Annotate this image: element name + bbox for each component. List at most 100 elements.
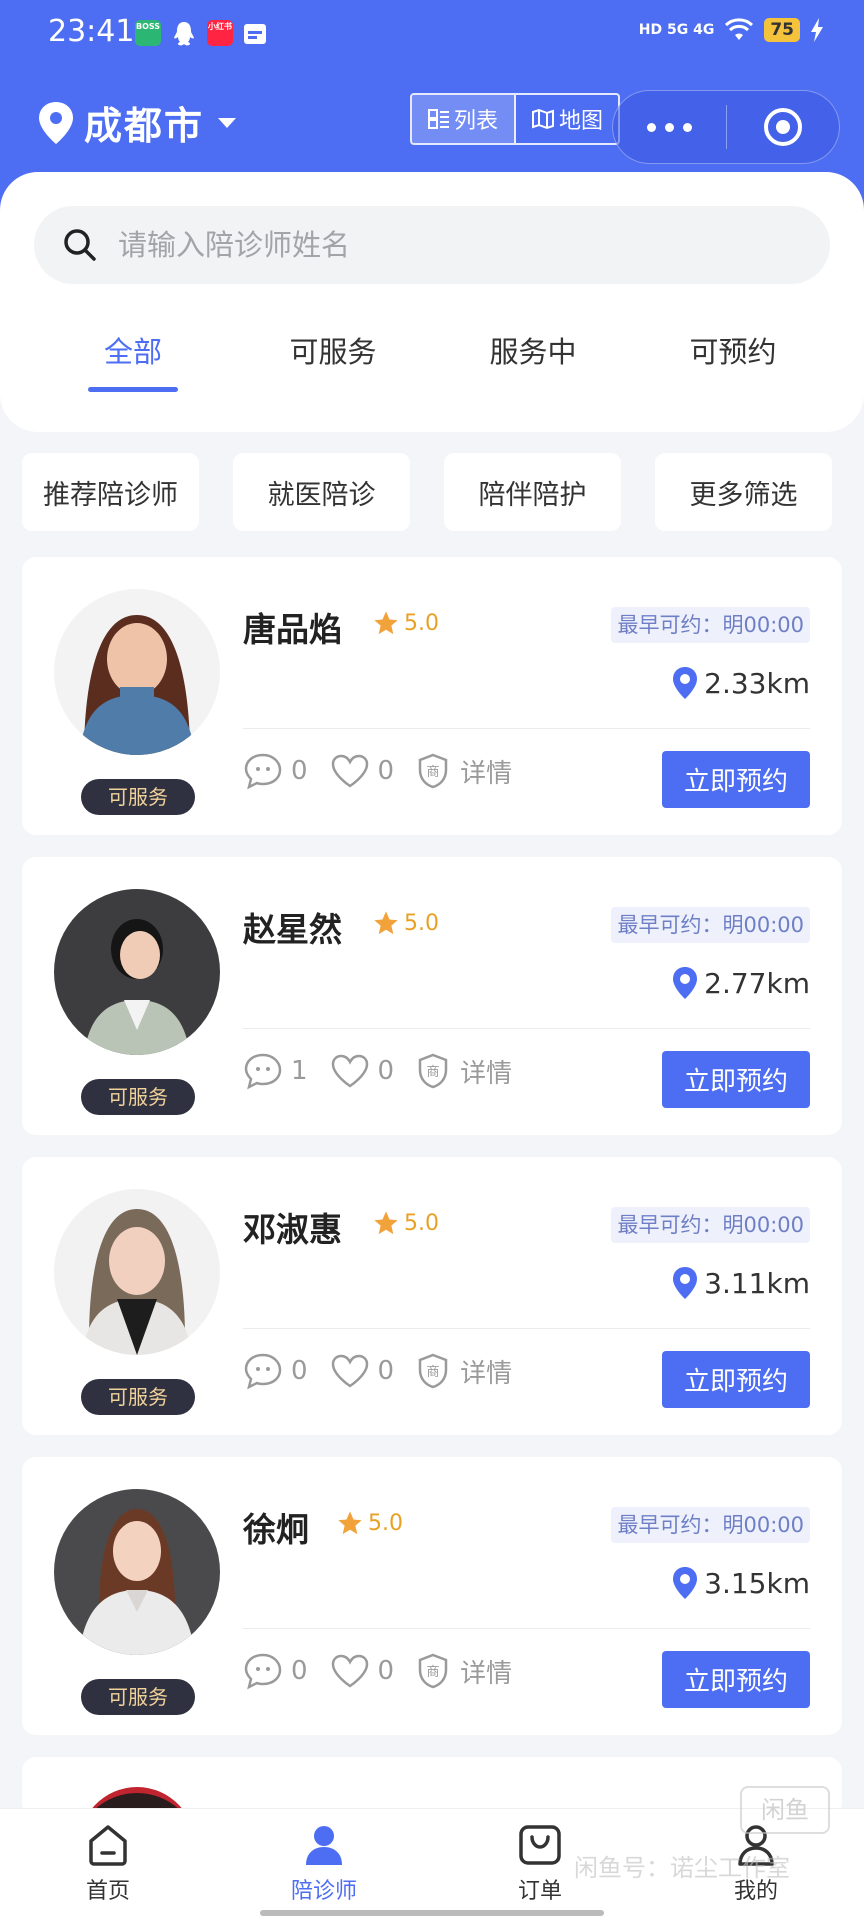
book-now-button[interactable]: 立即预约	[662, 1051, 810, 1108]
companion-card[interactable]: 可服务 赵星然 5.0 最早可约：明00:00 2.77km 1 0 商 详情 …	[22, 857, 842, 1135]
companion-name: 唐品焰	[243, 610, 342, 649]
tab-bookable[interactable]: 可预约	[633, 322, 833, 400]
card-meta: 1 0 商 详情	[243, 1052, 512, 1090]
companion-name: 赵星然	[243, 910, 342, 949]
target-close-icon	[763, 108, 802, 146]
companion-card[interactable]: 可服务 唐品焰 5.0 最早可约：明00:00 2.33km 0 0 商 详情 …	[22, 557, 842, 835]
tab-orders-label: 订单	[517, 1879, 562, 1904]
rating: 5.0	[372, 1209, 439, 1237]
status-badge: 可服务	[81, 1679, 195, 1715]
person-icon	[306, 1826, 342, 1865]
heart-icon[interactable]	[330, 1653, 370, 1689]
charging-icon	[811, 18, 823, 42]
location-pin-icon	[673, 667, 698, 699]
heart-icon[interactable]	[330, 1353, 370, 1389]
detail-link[interactable]: 详情	[460, 1053, 512, 1090]
card-divider	[243, 1328, 810, 1329]
miniprogram-capsule	[612, 90, 840, 164]
location-pin-icon	[39, 101, 73, 144]
location-pin-icon	[673, 1567, 698, 1599]
card-meta: 0 0 商 详情	[243, 1352, 512, 1390]
tab-available[interactable]: 可服务	[233, 322, 433, 400]
distance-value: 2.77km	[704, 966, 810, 1000]
rating: 5.0	[372, 909, 439, 937]
filter-care-companion[interactable]: 陪伴陪护	[444, 453, 621, 531]
filter-recommended[interactable]: 推荐陪诊师	[22, 453, 199, 531]
companion-card[interactable]: 可服务 邓淑惠 5.0 最早可约：明00:00 3.11km 0 0 商 详情 …	[22, 1157, 842, 1435]
home-indicator	[260, 1910, 604, 1916]
status-badge: 可服务	[81, 1379, 195, 1415]
heart-icon[interactable]	[330, 1053, 370, 1089]
rating: 5.0	[372, 609, 439, 637]
avatar	[54, 589, 220, 755]
tab-home[interactable]: 首页	[0, 1809, 216, 1921]
rating: 5.0	[336, 1509, 403, 1537]
tab-in-service[interactable]: 服务中	[433, 322, 633, 400]
location-pin-icon	[673, 967, 698, 999]
rating-value: 5.0	[404, 1210, 439, 1236]
distance-value: 3.15km	[704, 1566, 810, 1600]
star-icon	[338, 1511, 362, 1535]
comment-count: 0	[291, 756, 308, 786]
merchant-shield-icon: 商	[418, 753, 448, 789]
xianyu-id-watermark: 闲鱼号：诺尘工作室	[574, 1854, 790, 1882]
detail-link[interactable]: 详情	[460, 1353, 512, 1390]
list-icon	[427, 109, 449, 129]
map-view-label: 地图	[558, 109, 603, 134]
card-divider	[243, 1628, 810, 1629]
status-badge: 可服务	[81, 1079, 195, 1115]
city-name: 成都市	[84, 104, 205, 148]
more-options-button[interactable]	[613, 122, 726, 132]
heart-icon[interactable]	[330, 753, 370, 789]
svg-text:商: 商	[427, 765, 440, 780]
star-icon	[374, 611, 398, 635]
earliest-available: 最早可约：明00:00	[611, 607, 810, 643]
companion-card[interactable]: 可服务 徐炯 5.0 最早可约：明00:00 3.15km 0 0 商 详情 立…	[22, 1457, 842, 1735]
earliest-available: 最早可约：明00:00	[611, 907, 810, 943]
avatar	[54, 1489, 220, 1655]
search-bar	[34, 206, 830, 284]
city-selector[interactable]: 成都市	[36, 95, 238, 150]
like-count: 0	[377, 1056, 395, 1086]
star-icon	[374, 911, 398, 935]
wifi-icon	[725, 18, 754, 40]
distance: 2.33km	[670, 665, 810, 701]
filter-more[interactable]: 更多筛选	[655, 453, 832, 531]
book-now-button[interactable]: 立即预约	[662, 1651, 810, 1708]
list-view-button[interactable]: 列表	[412, 95, 516, 143]
order-icon	[519, 1825, 561, 1865]
companion-name: 邓淑惠	[243, 1210, 342, 1249]
avatar	[54, 889, 220, 1055]
status-bar: 23:41 BOSS 小红书 HD 5G 4G 75	[0, 0, 864, 68]
tab-companions[interactable]: 陪诊师	[216, 1809, 432, 1921]
xiaohongshu-app-icon: 小红书	[207, 20, 233, 46]
boss-app-icon: BOSS	[135, 20, 161, 46]
distance-value: 3.11km	[704, 1266, 810, 1300]
status-right: HD 5G 4G 75	[639, 18, 824, 42]
location-pin-icon	[673, 1267, 698, 1299]
card-divider	[243, 1028, 810, 1029]
tab-all[interactable]: 全部	[33, 322, 233, 400]
card-divider	[243, 728, 810, 729]
comment-icon	[244, 753, 282, 790]
home-icon	[89, 1825, 127, 1866]
search-input[interactable]	[116, 227, 780, 263]
status-time: 23:41	[48, 14, 135, 49]
rating-value: 5.0	[404, 610, 439, 636]
network-indicator: HD 5G 4G	[638, 22, 715, 38]
earliest-available: 最早可约：明00:00	[611, 1207, 810, 1243]
svg-text:商: 商	[427, 1065, 440, 1080]
status-tabs: 全部 可服务 服务中 可预约	[0, 322, 864, 400]
status-badge: 可服务	[81, 779, 195, 815]
star-icon	[374, 1211, 398, 1235]
calendar-icon	[242, 20, 268, 50]
book-now-button[interactable]: 立即预约	[662, 1351, 810, 1408]
filter-medical-escort[interactable]: 就医陪诊	[233, 453, 410, 531]
svg-text:商: 商	[427, 1365, 440, 1380]
distance: 3.15km	[670, 1565, 810, 1601]
map-view-button[interactable]: 地图	[516, 95, 618, 143]
book-now-button[interactable]: 立即预约	[662, 751, 810, 808]
detail-link[interactable]: 详情	[460, 1653, 512, 1690]
close-miniprogram-button[interactable]	[727, 106, 840, 148]
detail-link[interactable]: 详情	[460, 753, 512, 790]
